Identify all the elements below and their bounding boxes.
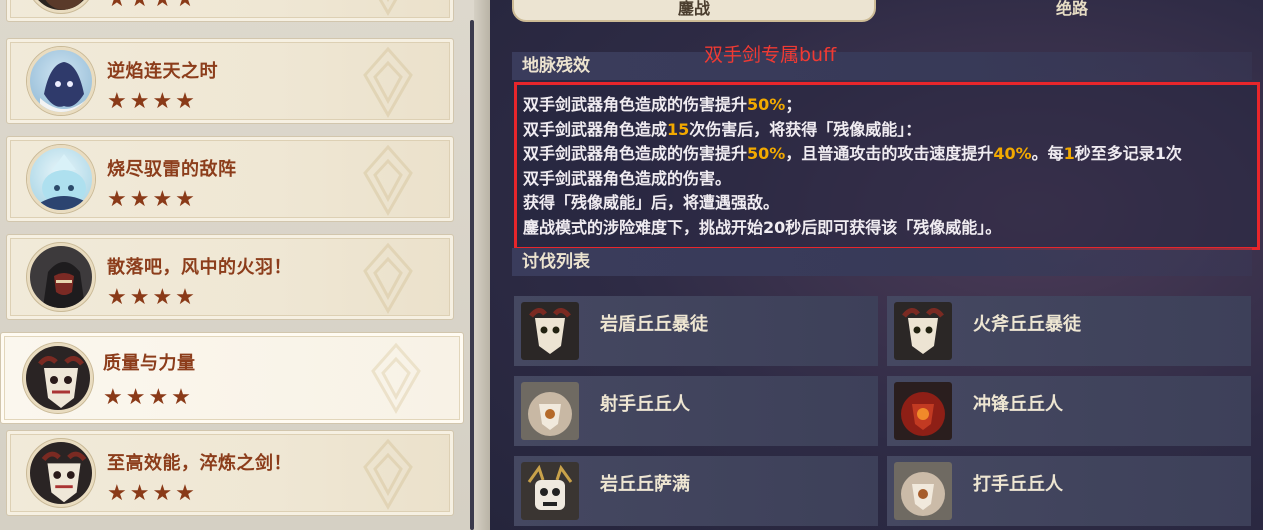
abyss-mage-avatar bbox=[27, 47, 95, 115]
enemy-item[interactable]: 打手丘丘人 bbox=[887, 456, 1251, 526]
effect-text: 。每 bbox=[1031, 144, 1064, 163]
star-rating: ★★★★ bbox=[103, 385, 194, 410]
emblem-icon bbox=[363, 438, 413, 511]
emblem-icon bbox=[363, 46, 413, 119]
event-list-panel: ★★★★ 逆焰连天之时 ★★★★ 烧尽驭雷的敌阵 ★★★★ 散落吧，风中的火羽！… bbox=[0, 0, 490, 530]
event-title: 逆焰连天之时 bbox=[107, 61, 218, 82]
emblem-icon bbox=[363, 242, 413, 315]
mitachurl-mask-icon bbox=[894, 302, 952, 360]
enemy-item[interactable]: 冲锋丘丘人 bbox=[887, 376, 1251, 446]
enemy-name: 射手丘丘人 bbox=[600, 394, 690, 415]
emblem-icon bbox=[378, 0, 398, 17]
ley-line-effect-box: 双手剑武器角色造成的伤害提升50%； 双手剑武器角色造成15次伤害后，将获得「残像… bbox=[514, 82, 1260, 250]
hilichurl-berserker-icon bbox=[894, 382, 952, 440]
emblem-icon bbox=[371, 342, 421, 415]
mitachurl-mask-icon bbox=[521, 302, 579, 360]
event-title: 散落吧，风中的火羽！ bbox=[107, 257, 292, 278]
star-rating: ★★★★ bbox=[107, 187, 198, 212]
emblem-icon bbox=[363, 144, 413, 217]
effect-line: 获得「残像威能」后，将遭遇强敌。 bbox=[523, 191, 1251, 216]
event-card-1[interactable]: 逆焰连天之时 ★★★★ bbox=[6, 38, 454, 124]
effect-line: 鏖战模式的涉险难度下，挑战开始20秒后即可获得该「残像威能」。 bbox=[523, 216, 1251, 241]
event-title: 至高效能，淬炼之剑！ bbox=[107, 453, 292, 474]
event-title: 烧尽驭雷的敌阵 bbox=[107, 159, 237, 180]
event-card-4-selected[interactable]: 质量与力量 ★★★★ bbox=[0, 332, 464, 424]
event-card-0[interactable]: ★★★★ bbox=[6, 0, 454, 22]
enemy-name: 火斧丘丘暴徒 bbox=[973, 314, 1081, 335]
event-title: 质量与力量 bbox=[103, 353, 196, 374]
hilichurl-mask-avatar bbox=[27, 439, 95, 507]
enemy-name: 岩丘丘萨满 bbox=[600, 474, 690, 495]
effect-text: ； bbox=[785, 95, 802, 114]
enemy-name: 冲锋丘丘人 bbox=[973, 394, 1063, 415]
effect-text: 双手剑武器角色造成的伤害提升 bbox=[523, 144, 748, 163]
effect-value-highlight: 50% bbox=[747, 95, 786, 114]
tab-label: 鏖战 bbox=[677, 0, 710, 18]
event-card-2[interactable]: 烧尽驭雷的敌阵 ★★★★ bbox=[6, 136, 454, 222]
hilichurl-fighter-icon bbox=[894, 462, 952, 520]
tab-dead-end[interactable]: 绝路 bbox=[876, 0, 1263, 22]
effect-text: 双手剑武器角色造成 bbox=[523, 119, 668, 139]
star-rating: ★★★★ bbox=[107, 285, 198, 310]
effect-value-highlight: 40% bbox=[993, 144, 1032, 163]
star-rating: ★★★★ bbox=[107, 481, 198, 506]
event-card-5[interactable]: 至高效能，淬炼之剑！ ★★★★ bbox=[6, 430, 454, 516]
enemy-item[interactable]: 射手丘丘人 bbox=[514, 376, 878, 446]
effect-line: 双手剑武器角色造成的伤害。 bbox=[523, 167, 1251, 192]
effect-value-highlight: 50% bbox=[747, 144, 786, 163]
star-rating: ★★★★ bbox=[107, 0, 198, 12]
event-card-3[interactable]: 散落吧，风中的火羽！ ★★★★ bbox=[6, 234, 454, 320]
effect-value-highlight: 15 bbox=[667, 119, 690, 139]
effect-text: 获得「残像威能」后，将遭遇强敌。 bbox=[523, 193, 780, 212]
dark-hooded-avatar bbox=[27, 0, 95, 13]
section-title: 地脉残效 bbox=[522, 56, 590, 76]
tab-fierce-battle[interactable]: 鏖战 bbox=[512, 0, 876, 22]
samachurl-icon bbox=[521, 462, 579, 520]
effect-line: 双手剑武器角色造成的伤害提升50%； bbox=[523, 93, 1251, 118]
effect-lines: 双手剑武器角色造成的伤害提升50%； 双手剑武器角色造成15次伤害后，将获得「残像… bbox=[523, 93, 1251, 240]
effect-text: 双手剑武器角色造成的伤害。 bbox=[523, 168, 732, 188]
enemy-name: 岩盾丘丘暴徒 bbox=[600, 314, 708, 335]
section-title: 讨伐列表 bbox=[522, 252, 590, 272]
fatui-agent-avatar bbox=[27, 243, 95, 311]
star-rating: ★★★★ bbox=[107, 89, 198, 114]
hilichurl-mask-avatar bbox=[23, 343, 93, 413]
cryo-slime-avatar bbox=[27, 145, 95, 213]
list-scrollbar[interactable] bbox=[470, 20, 474, 530]
enemy-list-header: 讨伐列表 bbox=[512, 248, 1252, 276]
effect-line: 双手剑武器角色造成15次伤害后，将获得「残像威能」： bbox=[523, 118, 1251, 143]
ley-line-effect-header: 地脉残效 bbox=[512, 52, 1252, 80]
hilichurl-shooter-icon bbox=[521, 382, 579, 440]
enemy-name: 打手丘丘人 bbox=[973, 474, 1063, 495]
enemy-item[interactable]: 火斧丘丘暴徒 bbox=[887, 296, 1251, 366]
enemy-item[interactable]: 岩盾丘丘暴徒 bbox=[514, 296, 878, 366]
event-detail-panel: 鏖战 绝路 地脉残效 双手剑专属buff 双手剑武器角色造成的伤害提升50%；双… bbox=[490, 0, 1263, 530]
effect-text: 双手剑武器角色造成的伤害提升 bbox=[523, 95, 748, 114]
effect-text: 鏖战模式的涉险难度下，挑战开始20秒后即可获得该「残像威能」。 bbox=[523, 217, 1002, 237]
enemy-item[interactable]: 岩丘丘萨满 bbox=[514, 456, 878, 526]
effect-line: 双手剑武器角色造成的伤害提升50%，且普通攻击的攻击速度提升40%。每1秒至多记… bbox=[523, 142, 1251, 167]
effect-text: 次伤害后，将获得「残像威能」： bbox=[689, 119, 922, 139]
effect-value-highlight: 1 bbox=[1063, 144, 1075, 163]
tab-label: 绝路 bbox=[1055, 0, 1088, 18]
effect-text: 秒至多记录1次 bbox=[1074, 144, 1182, 163]
effect-text: ，且普通攻击的攻击速度提升 bbox=[785, 144, 994, 163]
annotation-label: 双手剑专属buff bbox=[704, 44, 837, 66]
